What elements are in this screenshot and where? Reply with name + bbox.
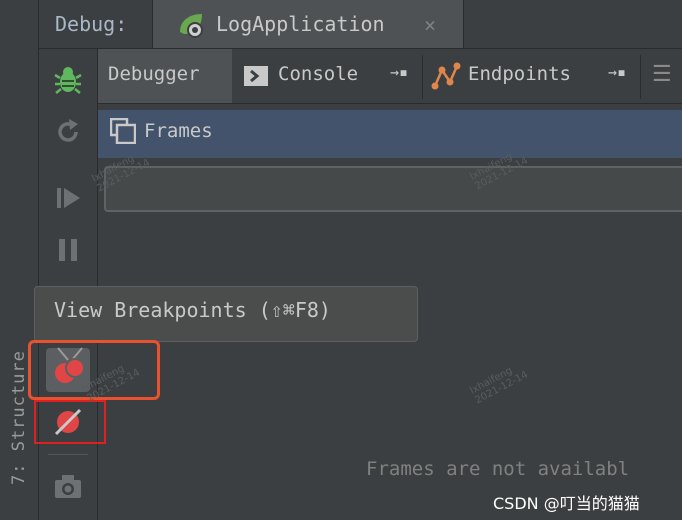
tab-divider xyxy=(422,55,423,99)
tab-divider xyxy=(640,55,641,99)
structure-tool-tab[interactable]: 7: Structure xyxy=(9,350,29,485)
pin-tab-icon[interactable]: →▪ xyxy=(608,63,626,81)
frames-title: Frames xyxy=(144,120,213,142)
frames-empty-message: Frames are not availabl xyxy=(366,458,630,480)
highlight-box xyxy=(34,400,106,444)
camera-icon[interactable] xyxy=(52,472,84,502)
tooltip-text: View Breakpoints (⇧⌘F8) xyxy=(54,298,331,322)
debug-title: Debug: xyxy=(55,12,128,36)
spring-boot-app-icon xyxy=(180,14,203,38)
resume-icon[interactable] xyxy=(52,182,84,214)
tab-debugger-label: Debugger xyxy=(108,63,200,85)
source-credit: CSDN @叮当的猫猫 xyxy=(493,494,640,513)
endpoints-icon xyxy=(431,62,461,90)
watermark: lxhaifeng 2021-12-14 xyxy=(468,365,530,407)
rerun-icon[interactable] xyxy=(52,116,84,148)
run-config-tab-label: LogApplication xyxy=(216,12,385,36)
bug-icon[interactable] xyxy=(52,64,84,96)
pause-icon[interactable] xyxy=(52,234,84,266)
console-icon xyxy=(244,66,268,86)
thread-selector[interactable] xyxy=(104,166,682,212)
tab-console[interactable]: Console xyxy=(278,63,358,85)
tab-endpoints[interactable]: Endpoints xyxy=(468,63,571,85)
pin-tab-icon[interactable]: →▪ xyxy=(390,63,408,81)
more-tabs-icon[interactable]: ☰ xyxy=(652,62,672,87)
close-icon[interactable]: × xyxy=(424,13,436,37)
toolbar-divider xyxy=(48,454,88,455)
frames-icon xyxy=(110,118,136,144)
